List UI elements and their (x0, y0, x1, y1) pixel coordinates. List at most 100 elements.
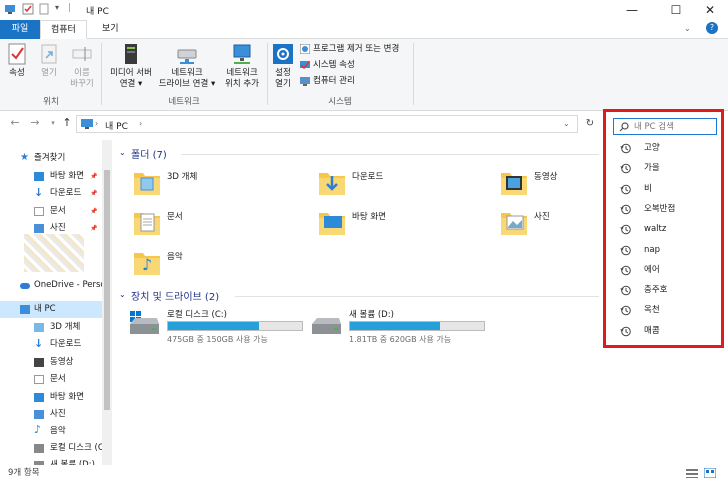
download-icon: ↓ (34, 337, 44, 350)
search-history-item[interactable]: 오복반점 (620, 201, 720, 217)
search-history-item[interactable]: 고양 (620, 140, 720, 156)
properties-label: 속성 (9, 68, 25, 78)
folder-label: 다운로드 (352, 172, 384, 182)
drive-item[interactable]: 새 볼륨 (D:) 1.81TB 중 620GB 사용 가능 (309, 308, 489, 346)
breadcrumb-pc[interactable]: 내 PC (105, 119, 128, 132)
drive-label: 새 볼륨 (D:) (349, 310, 394, 320)
search-box[interactable] (613, 118, 717, 135)
close-button[interactable]: ✕ (690, 0, 728, 20)
search-history-item[interactable]: 옥천 (620, 302, 720, 318)
open-label: 열기 (41, 68, 57, 78)
details-view-icon[interactable] (686, 468, 698, 478)
up-arrow-icon[interactable]: ↑ (60, 116, 74, 130)
search-history-item[interactable]: 에어 (620, 262, 720, 278)
folder-item[interactable]: ♪ 음악 (133, 248, 313, 282)
computer-management-button[interactable]: 컴퓨터 관리 (300, 75, 355, 88)
search-history-item[interactable]: 비 (620, 181, 720, 197)
sidebar-item[interactable]: 바탕 화면 📌 (0, 168, 102, 185)
search-history-item[interactable]: 충주호 (620, 282, 720, 298)
pc-icon (5, 5, 15, 14)
folder-label: 음악 (167, 252, 183, 262)
search-history-label: 충주호 (644, 285, 668, 296)
collapse-folders-icon[interactable]: ⌄ (119, 148, 126, 157)
folder-item[interactable]: 다운로드 (318, 168, 498, 202)
breadcrumb-separator: › (95, 119, 99, 128)
tab-view[interactable]: 보기 (92, 20, 129, 39)
tab-file[interactable]: 파일 (0, 20, 40, 39)
search-history-item[interactable]: 가을 (620, 160, 720, 176)
sidebar-item-label: 즐겨찾기 (34, 153, 66, 163)
sidebar-item[interactable]: ★ 즐겨찾기 (0, 150, 102, 167)
sidebar-scrollbar-thumb[interactable] (104, 170, 110, 410)
folder-label: 동영상 (534, 172, 558, 182)
cloud-icon (20, 283, 30, 289)
sidebar-item[interactable]: 로컬 디스크 (C:) (0, 440, 102, 457)
search-history-item[interactable]: nap (620, 242, 720, 258)
address-bar[interactable]: › 내 PC › ⌄ (76, 115, 578, 133)
address-dropdown-icon[interactable]: ⌄ (563, 119, 570, 128)
download-folder-icon (319, 173, 345, 195)
sidebar-item-label: 바탕 화면 (50, 392, 84, 402)
add-network-location-button[interactable]: 네트워크 위치 추가 (220, 42, 264, 90)
sidebar-item[interactable]: 바탕 화면 (0, 389, 102, 406)
minimize-button[interactable]: — (612, 0, 652, 20)
breadcrumb-separator-end[interactable]: › (139, 119, 142, 128)
sidebar-item[interactable]: 문서 (0, 371, 102, 388)
open-icon (41, 44, 57, 64)
sidebar-item[interactable]: ↓ 다운로드 (0, 336, 102, 353)
sidebar-item[interactable]: 사진 (0, 406, 102, 423)
media-server-button[interactable]: 미디어 서버 연결 ▾ (104, 42, 158, 90)
computer-management-icon (300, 76, 310, 86)
open-settings-label-2: 열기 (275, 79, 291, 89)
history-clock-icon (620, 224, 631, 235)
sidebar-item[interactable]: ♪ 음악 (0, 423, 102, 440)
rename-icon (72, 47, 92, 61)
new-folder-icon[interactable] (38, 3, 50, 15)
refresh-icon[interactable]: ↻ (580, 115, 600, 133)
open-settings-button[interactable]: 설정 열기 (270, 42, 296, 90)
history-clock-icon (620, 285, 631, 296)
search-history-item[interactable]: waltz (620, 221, 720, 237)
open-button[interactable]: 열기 (36, 42, 62, 79)
rename-button[interactable]: 이름 바꾸기 (66, 42, 98, 90)
back-arrow-icon[interactable]: ← (8, 116, 22, 130)
search-history-item[interactable]: 매콤 (620, 323, 720, 339)
map-network-drive-label-2: 드라이브 연결 ▾ (158, 79, 216, 89)
folder-label: 사진 (534, 212, 550, 222)
expand-ribbon-icon[interactable]: ⌄ (684, 24, 691, 33)
uninstall-program-button[interactable]: 프로그램 제거 또는 변경 (300, 43, 399, 56)
map-network-drive-button[interactable]: 네트워크 드라이브 연결 ▾ (156, 42, 218, 90)
recent-locations-icon[interactable]: ▾ (46, 116, 60, 130)
sidebar-item[interactable]: 새 볼륨 (D:) (0, 457, 102, 465)
sidebar-item-label: 사진 (50, 409, 66, 419)
sidebar-item[interactable]: 문서 📌 (0, 203, 102, 220)
folder-item[interactable]: 바탕 화면 (318, 208, 498, 242)
folder-item[interactable]: 문서 (133, 208, 313, 242)
tab-computer[interactable]: 컴퓨터 (40, 20, 87, 39)
sidebar-item[interactable]: 내 PC (0, 301, 102, 318)
properties-icon[interactable] (22, 3, 34, 15)
music-icon: ♪ (34, 423, 42, 436)
help-icon[interactable]: ? (706, 22, 718, 34)
drives-header[interactable]: 장치 및 드라이브 (2) (131, 288, 219, 303)
sidebar-item[interactable]: 3D 개체 (0, 319, 102, 336)
collapse-drives-icon[interactable]: ⌄ (119, 290, 126, 299)
sidebar-item[interactable]: ↓ 다운로드 📌 (0, 185, 102, 202)
search-input[interactable] (634, 121, 714, 132)
drive-item[interactable]: 로컬 디스크 (C:) 475GB 중 150GB 사용 가능 (127, 308, 307, 346)
quick-access-dropdown-icon[interactable]: ▾ (55, 3, 67, 15)
sidebar-item-label: 음악 (50, 426, 66, 436)
folder-item[interactable]: 3D 개체 (133, 168, 313, 202)
drive-icon (312, 318, 341, 334)
sidebar-item[interactable]: 동영상 (0, 354, 102, 371)
history-clock-icon (620, 265, 631, 276)
system-properties-button[interactable]: 시스템 속성 (300, 59, 355, 72)
sidebar-scrollbar[interactable] (102, 140, 112, 465)
properties-button[interactable]: 속성 (4, 42, 30, 79)
sidebar-item-label: 문서 (50, 374, 66, 384)
forward-arrow-icon[interactable]: → (28, 116, 42, 130)
folders-header[interactable]: 폴더 (7) (131, 146, 167, 161)
sidebar-item[interactable]: OneDrive - Person (0, 277, 102, 294)
large-icons-view-icon[interactable] (704, 468, 716, 478)
document-icon (34, 375, 44, 384)
